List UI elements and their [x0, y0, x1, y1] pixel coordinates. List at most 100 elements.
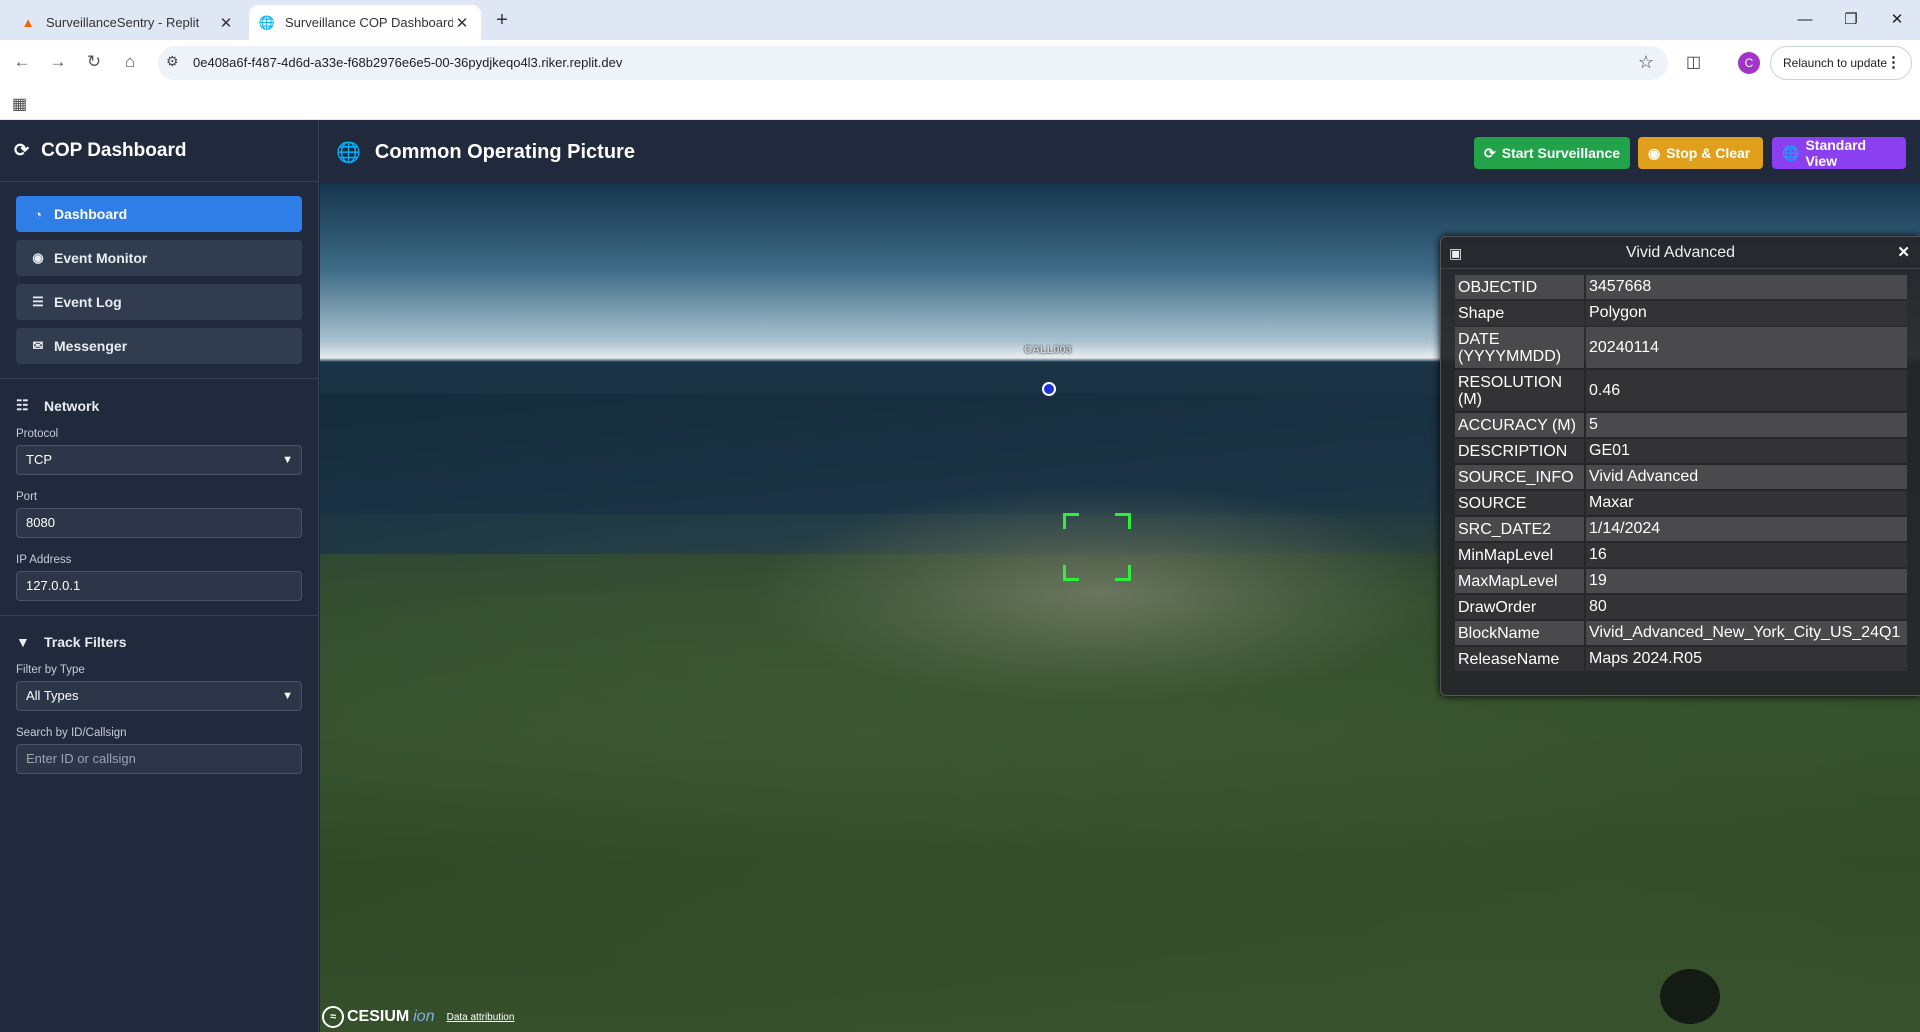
- globe-icon: 🌐: [336, 141, 361, 164]
- apps-grid-icon[interactable]: ▦: [12, 94, 27, 114]
- main-header: 🌐 Common Operating Picture ⟳ Start Surve…: [320, 120, 1920, 184]
- standard-view-button[interactable]: 🌐 Standard View: [1772, 137, 1906, 169]
- url-text: 0e408a6f-f487-4d6d-a33e-f68b2976e6e5-00-…: [193, 55, 623, 70]
- property-key: DrawOrder: [1455, 595, 1584, 619]
- close-window-button[interactable]: ✕: [1874, 0, 1920, 40]
- close-tab-icon[interactable]: ✕: [453, 14, 471, 32]
- bookmarks-bar: ▦: [0, 86, 1920, 120]
- track-filters-section: ▼ Track Filters Filter by Type All Types…: [0, 616, 318, 804]
- property-value: 0.46: [1586, 370, 1907, 411]
- close-tab-icon[interactable]: ✕: [217, 14, 235, 32]
- bookmark-star-icon[interactable]: ☆: [1638, 52, 1654, 73]
- sidebar-item-event-log[interactable]: ☰ Event Log: [16, 284, 302, 320]
- property-value: Polygon: [1586, 301, 1907, 325]
- relaunch-label: Relaunch to update: [1783, 56, 1888, 70]
- chat-icon: ✉: [32, 338, 44, 353]
- globe-icon: 🌐: [1782, 144, 1800, 161]
- reload-button[interactable]: ↻: [80, 48, 108, 76]
- property-key: SOURCE_INFO: [1455, 465, 1584, 489]
- table-row: DrawOrder 80: [1455, 595, 1907, 619]
- reticle-corner: [1115, 565, 1131, 581]
- restore-window-button[interactable]: ❐: [1828, 0, 1874, 40]
- property-key: BlockName: [1455, 621, 1584, 645]
- profile-avatar[interactable]: C: [1738, 52, 1760, 74]
- infobox-header: ▣ Vivid Advanced ✕: [1441, 237, 1920, 269]
- cesium-brand: CESIUM: [347, 1008, 410, 1025]
- filter-type-value: All Types: [26, 688, 79, 703]
- protocol-select[interactable]: TCP ▼: [16, 445, 302, 475]
- property-key: DATE (YYYYMMDD): [1455, 327, 1584, 368]
- lake-area: [1660, 969, 1720, 1024]
- replit-icon: ▲: [21, 15, 35, 30]
- table-row: DATE (YYYYMMDD) 20240114: [1455, 327, 1907, 368]
- sidebar-item-label: Messenger: [54, 338, 128, 354]
- sidebar-item-label: Event Log: [54, 294, 122, 310]
- table-row: Shape Polygon: [1455, 301, 1907, 325]
- table-row: SRC_DATE2 1/14/2024: [1455, 517, 1907, 541]
- data-attribution-link[interactable]: Data attribution: [447, 1012, 515, 1023]
- protocol-label: Protocol: [16, 428, 59, 440]
- property-key: DESCRIPTION: [1455, 439, 1584, 463]
- eye-icon: ◉: [32, 250, 44, 265]
- property-key: ReleaseName: [1455, 647, 1584, 671]
- sidebar-item-messenger[interactable]: ✉ Messenger: [16, 328, 302, 364]
- sidebar-item-event-monitor[interactable]: ◉ Event Monitor: [16, 240, 302, 276]
- globe-icon: 🌐: [258, 14, 276, 30]
- cesium-logo-icon: ≈: [322, 1006, 344, 1028]
- property-key: ACCURACY (M): [1455, 413, 1584, 437]
- sidebar-item-label: Dashboard: [54, 206, 128, 222]
- search-label: Search by ID/Callsign: [16, 727, 127, 739]
- network-icon: ☷: [16, 397, 29, 413]
- property-value: 1/14/2024: [1586, 517, 1907, 541]
- track-callsign-label: CALL003: [1024, 344, 1072, 356]
- reticle-corner: [1063, 513, 1079, 529]
- infobox-title: Vivid Advanced: [1625, 244, 1736, 261]
- site-info-icon[interactable]: ⚙: [166, 53, 179, 70]
- start-surveillance-button[interactable]: ⟳ Start Surveillance: [1474, 137, 1630, 169]
- menu-dots-icon[interactable]: ⋮: [1886, 47, 1901, 79]
- stop-clear-button[interactable]: ◉ Stop & Clear: [1638, 137, 1763, 169]
- callsign-search-input[interactable]: Enter ID or callsign: [16, 744, 302, 774]
- forward-button[interactable]: →: [44, 48, 72, 76]
- satellite-dish-icon: ⟳: [14, 140, 30, 160]
- minimize-window-button[interactable]: —: [1782, 0, 1828, 40]
- sidebar-nav: ◔ Dashboard ◉ Event Monitor ☰ Event Log …: [0, 182, 318, 379]
- cast-icon[interactable]: ◫: [1686, 52, 1701, 72]
- address-bar[interactable]: ⚙ 0e408a6f-f487-4d6d-a33e-f68b2976e6e5-0…: [158, 46, 1668, 80]
- port-input[interactable]: 8080: [16, 508, 302, 538]
- tab-surveillancesentry-replit[interactable]: ▲ SurveillanceSentry - Replit ✕: [10, 5, 245, 40]
- property-value: 5: [1586, 413, 1907, 437]
- property-key: Shape: [1455, 301, 1584, 325]
- filter-type-select[interactable]: All Types ▼: [16, 681, 302, 711]
- table-row: RESOLUTION (M) 0.46: [1455, 370, 1907, 411]
- ip-address-input[interactable]: 127.0.0.1: [16, 571, 302, 601]
- track-marker[interactable]: [1042, 382, 1056, 396]
- tab-title: Surveillance COP Dashboard: [285, 15, 453, 30]
- stop-circle-icon: ◉: [1648, 144, 1661, 161]
- relaunch-button[interactable]: Relaunch to update ⋮: [1770, 46, 1912, 80]
- back-button[interactable]: ←: [8, 48, 36, 76]
- camera-icon[interactable]: ▣: [1449, 237, 1462, 269]
- table-row: ACCURACY (M) 5: [1455, 413, 1907, 437]
- list-icon: ☰: [32, 294, 44, 309]
- reticle-corner: [1063, 565, 1079, 581]
- home-button[interactable]: ⌂: [116, 48, 144, 76]
- property-value: Vivid_Advanced_New_York_City_US_24Q1: [1586, 621, 1907, 645]
- property-key: OBJECTID: [1455, 275, 1584, 299]
- tab-title: SurveillanceSentry - Replit: [46, 15, 200, 30]
- browser-tab-strip: ▲ SurveillanceSentry - Replit ✕ 🌐 Survei…: [0, 0, 1920, 40]
- chevron-down-icon: ▼: [282, 454, 293, 466]
- reticle-corner: [1115, 513, 1131, 529]
- ip-address-label: IP Address: [16, 554, 72, 566]
- new-tab-button[interactable]: +: [490, 8, 514, 32]
- table-row: ReleaseName Maps 2024.R05: [1455, 647, 1907, 671]
- table-row: BlockName Vivid_Advanced_New_York_City_US…: [1455, 621, 1907, 645]
- filter-type-label: Filter by Type: [16, 664, 85, 676]
- property-value: Maps 2024.R05: [1586, 647, 1907, 671]
- infobox-table: OBJECTID 3457668 Shape Polygon DATE (YYYYM…: [1453, 273, 1909, 673]
- property-value: 80: [1586, 595, 1907, 619]
- selection-reticle: [1063, 513, 1131, 581]
- close-icon[interactable]: ✕: [1897, 237, 1910, 269]
- tab-surveillance-cop-dashboard[interactable]: 🌐 Surveillance COP Dashboard ✕: [249, 5, 481, 40]
- sidebar-item-dashboard[interactable]: ◔ Dashboard: [16, 196, 302, 232]
